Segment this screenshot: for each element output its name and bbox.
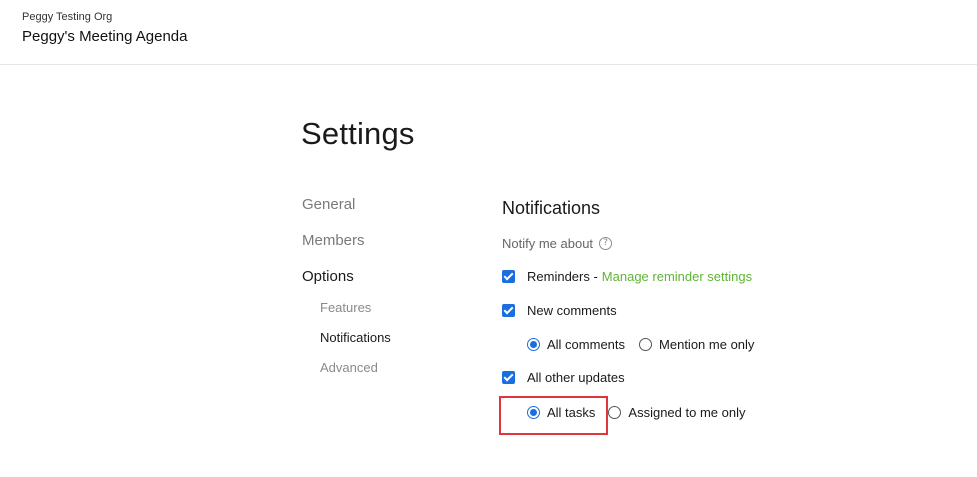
subnav-item-features[interactable]: Features <box>320 300 371 315</box>
all-comments-option[interactable]: All comments <box>527 337 625 352</box>
reminders-label: Reminders - <box>527 269 598 284</box>
nav-item-options[interactable]: Options <box>302 268 354 285</box>
new-comments-label: New comments <box>527 303 617 318</box>
new-comments-options: All comments Mention me only <box>527 337 754 352</box>
new-comments-row: New comments <box>502 303 617 318</box>
assigned-to-me-only-radio[interactable] <box>608 406 622 419</box>
nav-item-general[interactable]: General <box>302 196 355 213</box>
board-name[interactable]: Peggy's Meeting Agenda <box>22 28 187 45</box>
assigned-to-me-only-option[interactable]: Assigned to me only <box>608 405 745 420</box>
notifications-heading: Notifications <box>502 198 601 218</box>
new-comments-checkbox[interactable] <box>502 304 515 317</box>
highlight-annotation-box <box>499 396 608 435</box>
mention-me-only-radio[interactable] <box>639 338 653 351</box>
help-icon[interactable]: ? <box>599 237 613 250</box>
org-name[interactable]: Peggy Testing Org <box>22 11 112 23</box>
other-updates-checkbox[interactable] <box>502 371 515 384</box>
manage-reminder-settings-link[interactable]: Manage reminder settings <box>602 269 752 284</box>
reminders-checkbox[interactable] <box>502 270 515 283</box>
all-comments-radio[interactable] <box>527 338 540 351</box>
notify-label-text: Notify me about <box>502 236 594 251</box>
nav-item-members[interactable]: Members <box>302 232 365 249</box>
notify-me-about-label: Notify me about ? <box>502 236 613 251</box>
app-header: Peggy Testing Org Peggy's Meeting Agenda <box>0 0 977 65</box>
mention-me-only-label: Mention me only <box>659 337 755 352</box>
reminders-row: Reminders - Manage reminder settings <box>502 269 752 284</box>
other-updates-label: All other updates <box>527 370 625 385</box>
other-updates-row: All other updates <box>502 370 625 385</box>
subnav-item-advanced[interactable]: Advanced <box>320 360 378 375</box>
assigned-to-me-only-label: Assigned to me only <box>628 405 746 420</box>
subnav-item-notifications[interactable]: Notifications <box>320 330 391 345</box>
page-title: Settings <box>301 116 415 151</box>
all-comments-label: All comments <box>547 337 626 352</box>
mention-me-only-option[interactable]: Mention me only <box>639 337 754 352</box>
